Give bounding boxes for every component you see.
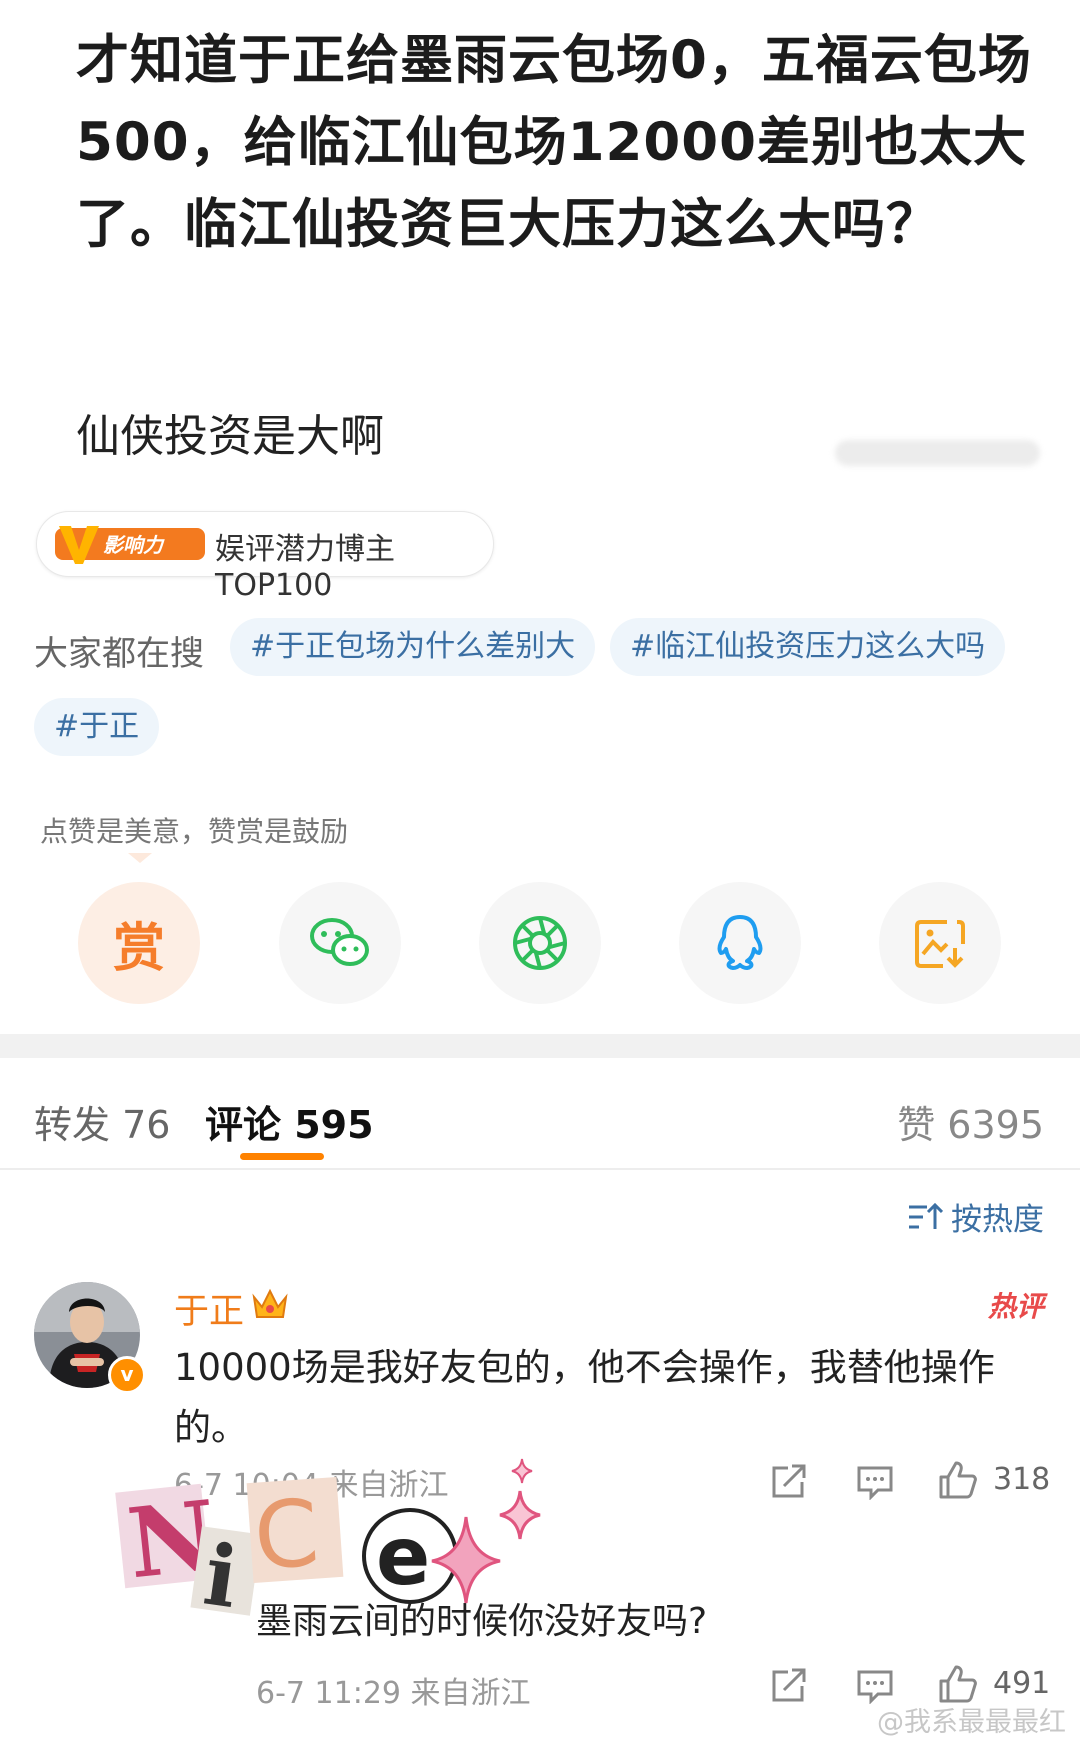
like-count: 318 bbox=[993, 1462, 1051, 1497]
sort-button[interactable]: 按热度 bbox=[907, 1194, 1044, 1239]
hot-comment-badge: 热评 bbox=[987, 1290, 1044, 1323]
influence-logo-text: 影响力 bbox=[103, 533, 165, 557]
sort-label: 按热度 bbox=[951, 1202, 1044, 1238]
crown-icon bbox=[252, 1288, 288, 1318]
trending-tag[interactable]: #于正包场为什么差别大 bbox=[230, 618, 596, 676]
badge-label: 娱评潜力博主TOP100 bbox=[215, 532, 395, 603]
post-subtext: 仙侠投资是大啊 bbox=[76, 411, 384, 462]
moments-icon bbox=[513, 916, 567, 970]
reply-meta: 6-7 11:29 来自浙江 bbox=[256, 1676, 531, 1711]
share-icon[interactable] bbox=[770, 1464, 808, 1500]
tab-likes[interactable]: 赞 6395 bbox=[897, 1094, 1044, 1149]
save-image-button[interactable] bbox=[879, 882, 1001, 1004]
sticker-letter: e bbox=[376, 1510, 430, 1603]
watermark: @我系最最最红 bbox=[877, 1707, 1066, 1738]
sparkle-decoration bbox=[431, 1458, 541, 1604]
tab-comments[interactable]: 评论 595 bbox=[205, 1094, 374, 1149]
wechat-icon bbox=[310, 918, 369, 966]
comment-text: 10000场是我好友包的，他不会操作，我替他操作的。 bbox=[174, 1346, 995, 1449]
like-icon[interactable] bbox=[938, 1460, 978, 1500]
reward-hint: 点赞是美意，赞赏是鼓励 bbox=[40, 815, 349, 848]
hint-pointer bbox=[128, 853, 152, 863]
trending-tag[interactable]: #于正 bbox=[34, 698, 160, 756]
comment-icon[interactable] bbox=[856, 1668, 894, 1704]
comment-author[interactable]: 于正 bbox=[174, 1283, 244, 1334]
comment-icon[interactable] bbox=[856, 1464, 894, 1500]
sticker-letter: C bbox=[251, 1479, 323, 1590]
influence-logo-icon: 影响力 bbox=[55, 526, 205, 564]
save-image-icon bbox=[915, 920, 965, 968]
influence-badge[interactable]: 影响力 娱评潜力博主TOP100 bbox=[36, 511, 494, 603]
interaction-tabs: 转发 76 评论 595 赞 6395 bbox=[0, 1080, 1080, 1170]
active-tab-indicator bbox=[240, 1153, 324, 1160]
tabs-divider bbox=[0, 1168, 1080, 1170]
share-qq-button[interactable] bbox=[679, 882, 801, 1004]
section-divider bbox=[0, 1034, 1080, 1058]
tab-repost[interactable]: 转发 76 bbox=[34, 1094, 170, 1149]
like-count: 491 bbox=[993, 1666, 1051, 1701]
share-icon[interactable] bbox=[770, 1668, 808, 1704]
qq-icon bbox=[717, 915, 763, 970]
sort-icon bbox=[909, 1202, 943, 1229]
reward-icon: 赏 bbox=[112, 918, 165, 979]
share-wechat-button[interactable] bbox=[279, 882, 401, 1004]
post-text: 才知道于正给墨雨云包场0，五福云包场500，给临江仙包场12000差别也太大了。… bbox=[76, 30, 1032, 255]
reward-button[interactable]: 赏 bbox=[78, 882, 200, 1004]
trending-label: 大家都在搜 bbox=[34, 634, 204, 674]
share-moments-button[interactable] bbox=[479, 882, 601, 1004]
trending-tag[interactable]: #临江仙投资压力这么大吗 bbox=[610, 618, 1006, 676]
blurred-watermark bbox=[835, 440, 1040, 466]
like-icon[interactable] bbox=[938, 1664, 978, 1704]
verified-badge: v bbox=[108, 1356, 146, 1394]
